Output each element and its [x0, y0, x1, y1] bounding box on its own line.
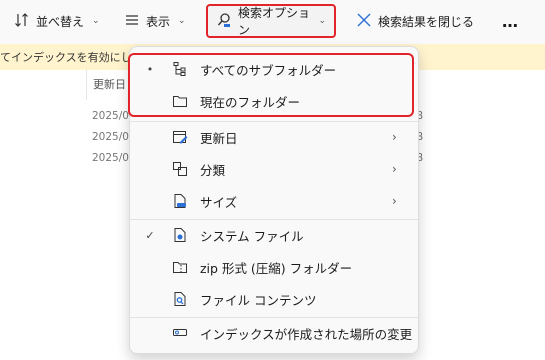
more-options-icon[interactable]: … — [502, 12, 519, 31]
view-label: 表示 — [146, 14, 171, 29]
zip-folder-icon — [171, 258, 189, 276]
menu-item-change-indexed-locations[interactable]: インデックスが作成された場所の変更 — [130, 318, 418, 348]
menu-item-label: 更新日 — [200, 130, 238, 146]
file-row-date[interactable]: 2025/0 — [92, 110, 129, 122]
column-header-date[interactable]: 更新日 — [86, 70, 126, 100]
menu-item-label: 分類 — [200, 162, 226, 178]
menu-item-label: zip 形式 (圧縮) フォルダー — [200, 260, 353, 276]
chevron-down-icon: ⌄ — [92, 16, 100, 26]
menu-item-label: システム ファイル — [200, 228, 304, 244]
checkmark-icon: ✓ — [145, 228, 155, 242]
folder-icon — [171, 92, 189, 110]
search-options-menu: • すべてのサブフォルダー 現在のフォルダー 更新日 › 分類 › サイズ › — [129, 46, 419, 354]
menu-item-size[interactable]: サイズ › — [130, 186, 418, 216]
close-icon — [356, 12, 372, 31]
index-location-icon — [171, 324, 189, 342]
chevron-down-icon: ⌄ — [178, 16, 186, 26]
chevron-right-icon: › — [392, 194, 397, 208]
menu-item-date-modified[interactable]: 更新日 › — [130, 122, 418, 152]
file-size-icon — [171, 192, 189, 210]
menu-item-all-subfolders[interactable]: • すべてのサブフォルダー — [130, 54, 418, 84]
subfolder-tree-icon — [171, 60, 189, 78]
menu-item-label: ファイル コンテンツ — [200, 292, 317, 308]
view-list-icon — [124, 12, 140, 31]
calendar-edit-icon — [171, 128, 189, 146]
command-bar: 並べ替え ⌄ 表示 ⌄ 検索オプション ⌄ 検索結果を閉じる … — [0, 0, 545, 44]
shapes-icon — [171, 160, 189, 178]
menu-item-kind[interactable]: 分類 › — [130, 154, 418, 184]
menu-item-current-folder[interactable]: 現在のフォルダー — [130, 86, 418, 116]
menu-item-label: 現在のフォルダー — [200, 94, 301, 110]
sort-button[interactable]: 並べ替え ⌄ — [14, 4, 100, 38]
menu-item-label: すべてのサブフォルダー — [200, 62, 337, 78]
search-options-button[interactable]: 検索オプション ⌄ — [206, 4, 336, 38]
chevron-down-icon: ⌄ — [318, 16, 326, 26]
file-row-date[interactable]: 2025/0 — [92, 152, 129, 164]
view-button[interactable]: 表示 ⌄ — [124, 4, 186, 38]
close-results-label: 検索結果を閉じる — [378, 14, 475, 29]
close-search-results-button[interactable]: 検索結果を閉じる — [356, 4, 474, 38]
file-search-icon — [171, 290, 189, 308]
menu-item-system-files[interactable]: ✓ システム ファイル — [130, 220, 418, 250]
sort-label: 並べ替え — [36, 14, 85, 29]
menu-item-label: インデックスが作成された場所の変更 — [200, 326, 413, 342]
file-row-date[interactable]: 2025/0 — [92, 131, 129, 143]
chevron-right-icon: › — [392, 162, 397, 176]
search-options-label: 検索オプション — [238, 6, 311, 37]
menu-item-file-contents[interactable]: ファイル コンテンツ — [130, 284, 418, 314]
selected-bullet-icon: • — [146, 62, 154, 76]
search-options-icon — [216, 12, 232, 31]
menu-item-zip-folders[interactable]: zip 形式 (圧縮) フォルダー — [130, 252, 418, 282]
menu-item-label: サイズ — [200, 194, 238, 210]
sort-icon — [14, 12, 30, 31]
system-file-icon — [171, 226, 189, 244]
chevron-right-icon: › — [392, 130, 397, 144]
